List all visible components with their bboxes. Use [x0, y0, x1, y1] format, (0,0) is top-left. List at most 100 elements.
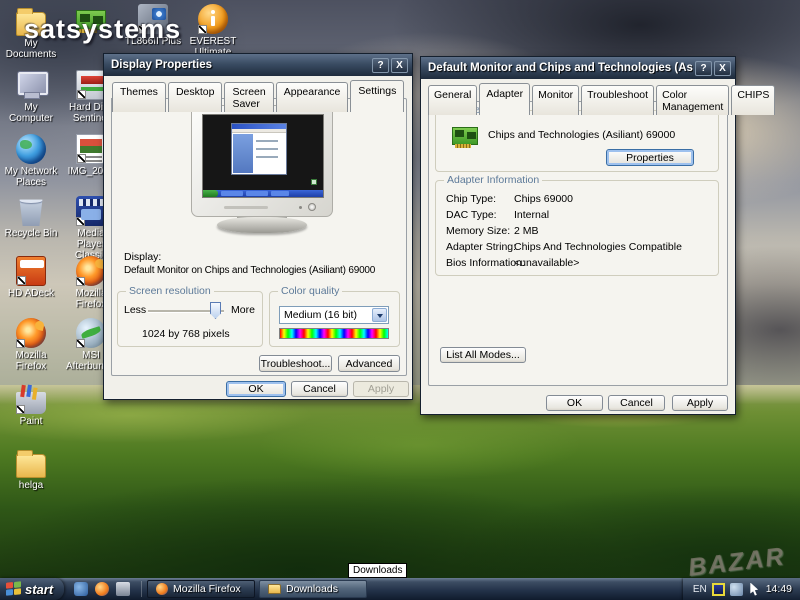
paint-icon — [16, 392, 46, 414]
slider-less-label: Less — [124, 304, 146, 316]
ok-button[interactable]: OK — [226, 381, 286, 397]
properties-button[interactable]: Properties — [606, 149, 694, 166]
desktop-icon-my-network-places[interactable]: My Network Places — [2, 134, 60, 188]
desktop-icon-recycle-bin[interactable]: Recycle Bin — [2, 196, 60, 239]
display-properties-tabs: Themes Desktop Screen Saver Appearance S… — [104, 76, 412, 112]
troubleshoot-button[interactable]: Troubleshoot... — [259, 355, 332, 372]
tab-color-management[interactable]: Color Management — [656, 85, 729, 115]
tab-screen-saver[interactable]: Screen Saver — [224, 82, 273, 112]
chip-type-value: Chips 69000 — [514, 193, 573, 205]
dialog-title: Display Properties — [111, 59, 370, 71]
taskbar-clock[interactable]: 14:49 — [766, 583, 792, 595]
mini-window — [231, 123, 287, 175]
desktop-icon-label: My Computer — [2, 102, 60, 124]
adapter-dialog-tabs: General Adapter Monitor Troubleshoot Col… — [421, 79, 735, 115]
start-button[interactable]: start — [0, 578, 64, 600]
internet-explorer-icon[interactable] — [74, 582, 88, 596]
folder-icon — [16, 454, 46, 478]
desktop-icon-label: helga — [2, 480, 60, 491]
list-all-modes-button[interactable]: List All Modes... — [440, 347, 526, 363]
tab-monitor[interactable]: Monitor — [532, 85, 579, 115]
firefox-icon — [156, 583, 168, 595]
hd-sentinel-icon — [76, 70, 106, 100]
tray-network-icon[interactable] — [730, 583, 743, 596]
color-quality-select[interactable]: Medium (16 bit) — [279, 306, 389, 324]
adapter-string-label: Adapter String: — [446, 241, 516, 253]
monitor-preview-screen — [202, 114, 324, 198]
cancel-button[interactable]: Cancel — [608, 395, 665, 411]
tray-app-icon[interactable] — [712, 583, 725, 596]
display-properties-titlebar[interactable]: Display Properties ? X — [104, 54, 412, 76]
adapter-name: Chips and Technologies (Asiliant) 69000 — [488, 129, 675, 141]
network-places-icon — [16, 134, 46, 164]
tab-settings[interactable]: Settings — [350, 80, 404, 112]
taskbar-item-label: Mozilla Firefox — [173, 583, 241, 595]
desktop-icon-mozilla-firefox[interactable]: Mozilla Firefox — [2, 318, 60, 372]
tab-appearance[interactable]: Appearance — [276, 82, 349, 112]
folder-icon — [268, 584, 281, 594]
apply-button[interactable]: Apply — [353, 381, 409, 397]
tab-troubleshoot[interactable]: Troubleshoot — [581, 85, 654, 115]
start-button-label: start — [25, 582, 53, 597]
firefox-icon — [16, 318, 46, 348]
desktop-icon-paint[interactable]: Paint — [2, 386, 60, 427]
desktop-icon-label: Mozilla Firefox — [2, 350, 60, 372]
dac-type-value: Internal — [514, 209, 549, 221]
taskbar-item-firefox[interactable]: Mozilla Firefox — [147, 580, 255, 598]
ok-button[interactable]: OK — [546, 395, 603, 411]
shortcut-arrow-icon — [76, 277, 85, 286]
display-label: Display: — [124, 251, 161, 263]
tab-desktop[interactable]: Desktop — [168, 82, 223, 112]
tab-general[interactable]: General — [428, 85, 477, 115]
shortcut-arrow-icon — [16, 405, 25, 414]
taskbar-item-downloads[interactable]: Downloads — [259, 580, 367, 598]
slider-more-label: More — [231, 304, 255, 316]
apply-button[interactable]: Apply — [672, 395, 728, 411]
advanced-button[interactable]: Advanced — [338, 355, 400, 372]
language-indicator[interactable]: EN — [693, 584, 707, 595]
desktop-icon-my-computer[interactable]: My Computer — [2, 70, 60, 124]
downloads-tooltip: Downloads — [348, 563, 407, 578]
taskbar: start Mozilla Firefox Downloads EN 14:49 — [0, 578, 800, 600]
adapter-type-group: Adapter Type Chips and Technologies (Asi… — [435, 110, 719, 172]
resolution-slider[interactable] — [148, 310, 224, 312]
taskbar-item-label: Downloads — [286, 583, 338, 595]
firefox-icon[interactable] — [95, 582, 109, 596]
shortcut-arrow-icon — [198, 25, 207, 34]
chevron-down-icon[interactable] — [372, 308, 387, 322]
color-quality-group: Color quality Medium (16 bit) — [269, 291, 400, 347]
msi-afterburner-icon — [76, 318, 106, 348]
desktop-icon-hd-adeck[interactable]: HD ADeck — [2, 256, 60, 299]
resolution-slider-thumb[interactable] — [210, 302, 221, 319]
mini-taskbar — [203, 190, 323, 197]
media-player-classic-icon — [76, 196, 106, 226]
my-computer-icon — [16, 70, 46, 100]
close-icon[interactable]: X — [391, 58, 408, 73]
close-icon[interactable]: X — [714, 61, 731, 76]
tab-adapter[interactable]: Adapter — [479, 83, 530, 115]
tab-themes[interactable]: Themes — [112, 82, 166, 112]
tray-pointer-icon[interactable] — [748, 583, 761, 596]
screen-resolution-group: Screen resolution Less More 1024 by 768 … — [117, 291, 263, 347]
adapter-string-value: Chips And Technologies Compatible — [514, 241, 682, 253]
help-button[interactable]: ? — [695, 61, 712, 76]
color-depth-preview — [279, 328, 389, 339]
watermark-satsystems: satsystems — [24, 14, 181, 45]
cancel-button[interactable]: Cancel — [291, 381, 348, 397]
desktop-icon-label: My Network Places — [2, 166, 60, 188]
adapter-properties-dialog: Default Monitor and Chips and Technologi… — [420, 56, 736, 415]
tab-chips[interactable]: CHIPS — [731, 85, 775, 115]
adapter-dialog-titlebar[interactable]: Default Monitor and Chips and Technologi… — [421, 57, 735, 79]
shortcut-arrow-icon — [76, 217, 85, 226]
media-player-icon[interactable] — [116, 582, 130, 596]
screen-resolution-group-label: Screen resolution — [126, 285, 214, 297]
help-button[interactable]: ? — [372, 58, 389, 73]
resolution-value: 1024 by 768 pixels — [142, 328, 230, 340]
recycle-bin-icon — [16, 196, 46, 226]
memory-size-value: 2 MB — [514, 225, 539, 237]
image-file-icon — [76, 134, 106, 164]
taskbar-separator — [141, 581, 142, 597]
desktop-icon-helga[interactable]: helga — [2, 448, 60, 491]
adapter-information-group: Adapter Information Chip Type: Chips 690… — [435, 180, 719, 276]
bios-information-value: <unavailable> — [514, 257, 579, 269]
